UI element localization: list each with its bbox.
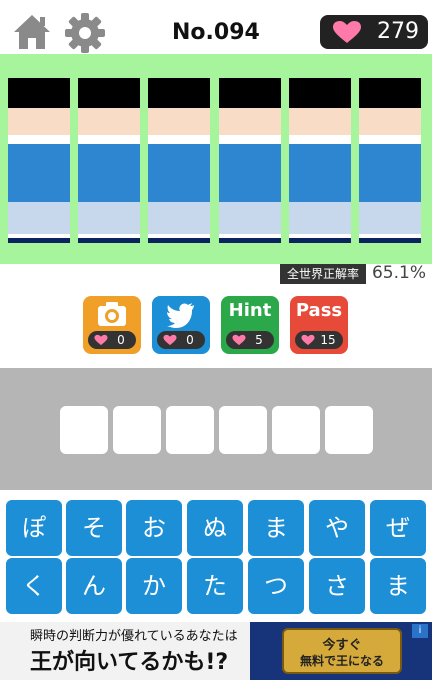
kana-key[interactable]: く [6,558,62,614]
hearts-counter: 279 [320,15,428,49]
answer-slot[interactable] [219,406,267,454]
answer-slot[interactable] [272,406,320,454]
hint-button[interactable]: Hint 5 [221,296,279,354]
ad-banner[interactable]: 瞬時の判断力が優れているあなたは 王が向いてるかも!? 今すぐ 無料で王になる … [0,622,432,680]
global-correct-rate-value: 65.1% [371,263,426,283]
kana-key[interactable]: つ [248,558,304,614]
header-bar: No.094 279 [0,0,432,54]
camera-icon [98,302,126,326]
pass-count: 15 [320,333,336,347]
twitter-bird-icon [167,303,194,328]
hint-count: 5 [255,333,263,347]
kana-key[interactable]: ぜ [370,500,426,556]
answer-slot[interactable] [166,406,214,454]
puzzle-tile [359,78,421,243]
twitter-button[interactable]: 0 [152,296,210,354]
kana-key[interactable]: そ [66,500,122,556]
puzzle-tile [8,78,70,243]
kana-keyboard: ぽ そ お ぬ ま や ぜ く ん か た つ さ ま [0,490,432,618]
heart-icon [301,334,315,346]
ad-info-icon[interactable]: i [412,624,428,638]
heart-icon [163,334,177,346]
heart-icon [333,21,361,43]
twitter-count-bar: 0 [157,331,205,349]
gear-icon[interactable] [64,12,106,54]
global-correct-rate-label: 全世界正解率 [280,264,366,284]
puzzle-tile [148,78,210,243]
pass-count-bar: 15 [295,331,343,349]
puzzle-tile [78,78,140,243]
camera-count-bar: 0 [88,331,136,349]
kana-key[interactable]: ま [248,500,304,556]
hearts-count: 279 [377,19,419,44]
hint-label: Hint [228,300,272,321]
kana-key[interactable]: ま [370,558,426,614]
kana-key[interactable]: や [309,500,365,556]
answer-slot[interactable] [60,406,108,454]
kana-key[interactable]: ぽ [6,500,62,556]
puzzle-tile [219,78,281,243]
twitter-count: 0 [186,333,194,347]
answer-slot[interactable] [113,406,161,454]
home-icon[interactable] [12,12,52,52]
puzzle-tiles [6,62,426,257]
kana-key[interactable]: ん [66,558,122,614]
heart-icon [94,334,108,346]
puzzle-image [0,54,432,264]
puzzle-tile [289,78,351,243]
kana-key[interactable]: さ [309,558,365,614]
camera-count: 0 [117,333,125,347]
ad-cta-line-1: 今すぐ [322,638,362,653]
ad-cta-line-2: 無料で王になる [299,654,384,668]
ad-text-panel: 瞬時の判断力が優れているあなたは 王が向いてるかも!? [0,622,250,680]
kana-key[interactable]: ぬ [187,500,243,556]
ad-cta-button[interactable]: 今すぐ 無料で王になる [282,628,402,674]
kana-key[interactable]: た [187,558,243,614]
ad-line-2: 王が向いてるかも!? [30,650,229,675]
hint-count-bar: 5 [226,331,274,349]
answer-area [0,368,432,490]
heart-icon [232,334,246,346]
camera-button[interactable]: 0 [83,296,141,354]
pass-button[interactable]: Pass 15 [290,296,348,354]
answer-slot[interactable] [325,406,373,454]
kana-key[interactable]: お [126,500,182,556]
pass-label: Pass [295,300,343,321]
ad-line-1: 瞬時の判断力が優れているあなたは [30,629,238,644]
kana-key[interactable]: か [126,558,182,614]
level-number: No.094 [172,20,260,45]
